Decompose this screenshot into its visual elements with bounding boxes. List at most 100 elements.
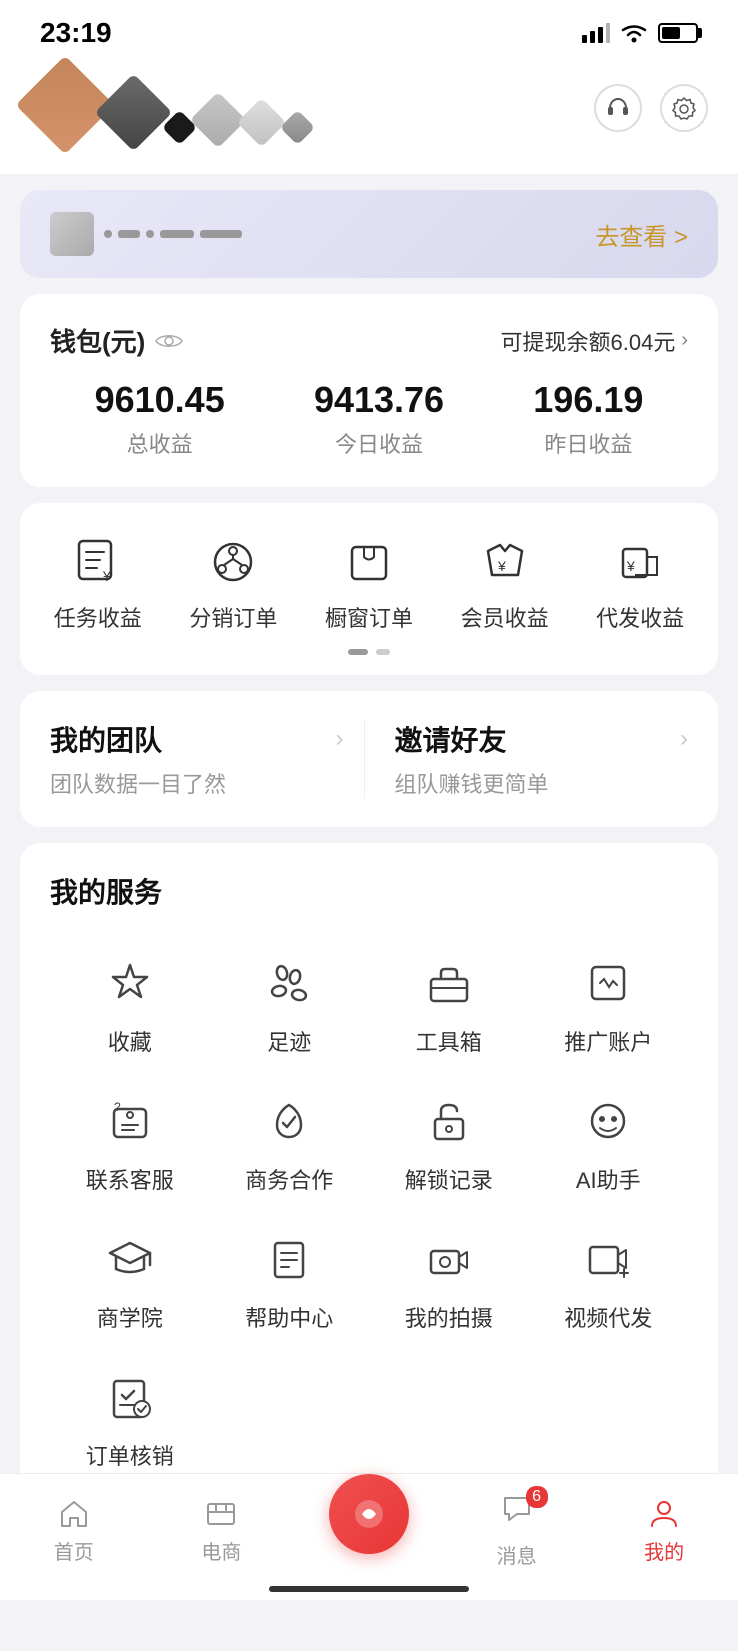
yesterday-label: 昨日收益 (533, 427, 643, 459)
video-proxy-label: 视频代发 (564, 1301, 652, 1333)
banner-avatar (50, 212, 94, 256)
service-promote[interactable]: 推广账户 (529, 935, 689, 1073)
nav-messages-label: 消息 (497, 1540, 537, 1569)
member-icon: ¥ (476, 533, 534, 591)
message-icon: 6 (500, 1492, 534, 1534)
my-team-title: 我的团队 (50, 719, 162, 759)
my-team-sub: 团队数据一目了然 (50, 767, 344, 799)
status-bar: 23:19 (0, 0, 738, 60)
proxy-icon: ¥ (611, 533, 669, 591)
member-label: 会员收益 (461, 601, 549, 633)
toolbox-label: 工具箱 (416, 1025, 482, 1057)
dot-5 (200, 230, 242, 238)
services-title: 我的服务 (50, 871, 688, 911)
menu-item-task[interactable]: ¥ 任务收益 (54, 533, 142, 633)
menu-item-member[interactable]: ¥ 会员收益 (461, 533, 549, 633)
promote-label: 推广账户 (564, 1025, 652, 1057)
service-footprint[interactable]: 足迹 (210, 935, 370, 1073)
services-section: 我的服务 收藏 足迹 (20, 843, 718, 1515)
nav-profile[interactable]: 我的 (614, 1496, 714, 1565)
task-label: 任务收益 (54, 601, 142, 633)
my-team-header: 我的团队 › (50, 719, 344, 759)
invite-sub: 组队赚钱更简单 (395, 767, 689, 799)
invite-chevron: › (680, 725, 688, 753)
wallet-chevron: › (681, 329, 688, 352)
my-team-section[interactable]: 我的团队 › 团队数据一目了然 (50, 719, 365, 799)
profile-icon (647, 1496, 681, 1530)
menu-item-window[interactable]: 橱窗订单 (325, 533, 413, 633)
nav-messages[interactable]: 6 消息 (467, 1492, 567, 1569)
total-value: 9610.45 (95, 379, 225, 421)
battery-icon (658, 23, 698, 43)
star-icon (98, 951, 162, 1015)
message-badge: 6 (526, 1486, 548, 1508)
home-icon (57, 1496, 91, 1530)
headset-button[interactable] (594, 84, 642, 132)
status-time: 23:19 (40, 17, 112, 49)
settings-button[interactable] (660, 84, 708, 132)
service-shooting[interactable]: 我的拍摄 (369, 1211, 529, 1349)
header-icons (594, 84, 708, 132)
avatar-diamond-3 (190, 92, 247, 149)
total-earnings: 9610.45 总收益 (95, 379, 225, 459)
toolbox-icon (417, 951, 481, 1015)
pagination-dots (30, 649, 708, 655)
total-label: 总收益 (95, 427, 225, 459)
service-customer-service[interactable]: ? 联系客服 (50, 1073, 210, 1211)
nav-ecommerce-label: 电商 (201, 1536, 241, 1565)
service-toolbox[interactable]: 工具箱 (369, 935, 529, 1073)
avatar-diamond-6 (280, 110, 315, 145)
task-icon: ¥ (69, 533, 127, 591)
svg-text:?: ? (114, 1100, 121, 1114)
banner-link[interactable]: 去查看 > (595, 217, 688, 252)
service-school[interactable]: 商学院 (50, 1211, 210, 1349)
quick-menu-card: ¥ 任务收益 分销订单 (20, 503, 718, 675)
eye-icon[interactable] (155, 332, 183, 350)
window-icon (340, 533, 398, 591)
service-order-verify[interactable]: 订单核销 (50, 1349, 210, 1487)
school-label: 商学院 (97, 1301, 163, 1333)
yesterday-value: 196.19 (533, 379, 643, 421)
service-favorites[interactable]: 收藏 (50, 935, 210, 1073)
footprint-icon (257, 951, 321, 1015)
school-icon (98, 1227, 162, 1291)
service-unlock[interactable]: 解锁记录 (369, 1073, 529, 1211)
video-proxy-icon (576, 1227, 640, 1291)
favorites-label: 收藏 (108, 1025, 152, 1057)
nav-center[interactable] (319, 1474, 419, 1554)
help-label: 帮助中心 (245, 1301, 333, 1333)
nav-home-label: 首页 (54, 1536, 94, 1565)
header-avatars (30, 80, 310, 150)
ecommerce-icon (204, 1496, 238, 1530)
wallet-card: 钱包(元) 可提现余额6.04元 › 9610.45 总收益 9413.76 今… (20, 294, 718, 487)
banner[interactable]: 去查看 > (20, 190, 718, 278)
distribution-icon (204, 533, 262, 591)
team-card: 我的团队 › 团队数据一目了然 邀请好友 › 组队赚钱更简单 (20, 691, 718, 827)
unlock-label: 解锁记录 (405, 1163, 493, 1195)
center-button[interactable] (329, 1474, 409, 1554)
camera-icon (417, 1227, 481, 1291)
avatar-diamond-2 (95, 74, 173, 152)
invite-friends-section[interactable]: 邀请好友 › 组队赚钱更简单 (365, 719, 689, 799)
wallet-title: 钱包(元) (50, 322, 145, 359)
header (0, 60, 738, 174)
wallet-right[interactable]: 可提现余额6.04元 › (501, 325, 689, 357)
quick-menu-row: ¥ 任务收益 分销订单 (30, 533, 708, 633)
avatar-diamond-1 (16, 56, 115, 155)
bottom-nav: 首页 电商 (0, 1473, 738, 1600)
avatar-diamond-5 (237, 98, 286, 147)
today-label: 今日收益 (314, 427, 444, 459)
nav-ecommerce[interactable]: 电商 (171, 1496, 271, 1565)
service-ai[interactable]: AI助手 (529, 1073, 689, 1211)
service-business[interactable]: 商务合作 (210, 1073, 370, 1211)
business-icon (257, 1089, 321, 1153)
nav-home[interactable]: 首页 (24, 1496, 124, 1565)
menu-item-proxy[interactable]: ¥ 代发收益 (596, 533, 684, 633)
dot-2 (118, 230, 140, 238)
service-video-proxy[interactable]: 视频代发 (529, 1211, 689, 1349)
unlock-icon (417, 1089, 481, 1153)
order-verify-icon (98, 1365, 162, 1429)
invite-title: 邀请好友 (395, 719, 507, 759)
service-help[interactable]: 帮助中心 (210, 1211, 370, 1349)
menu-item-distribution[interactable]: 分销订单 (189, 533, 277, 633)
